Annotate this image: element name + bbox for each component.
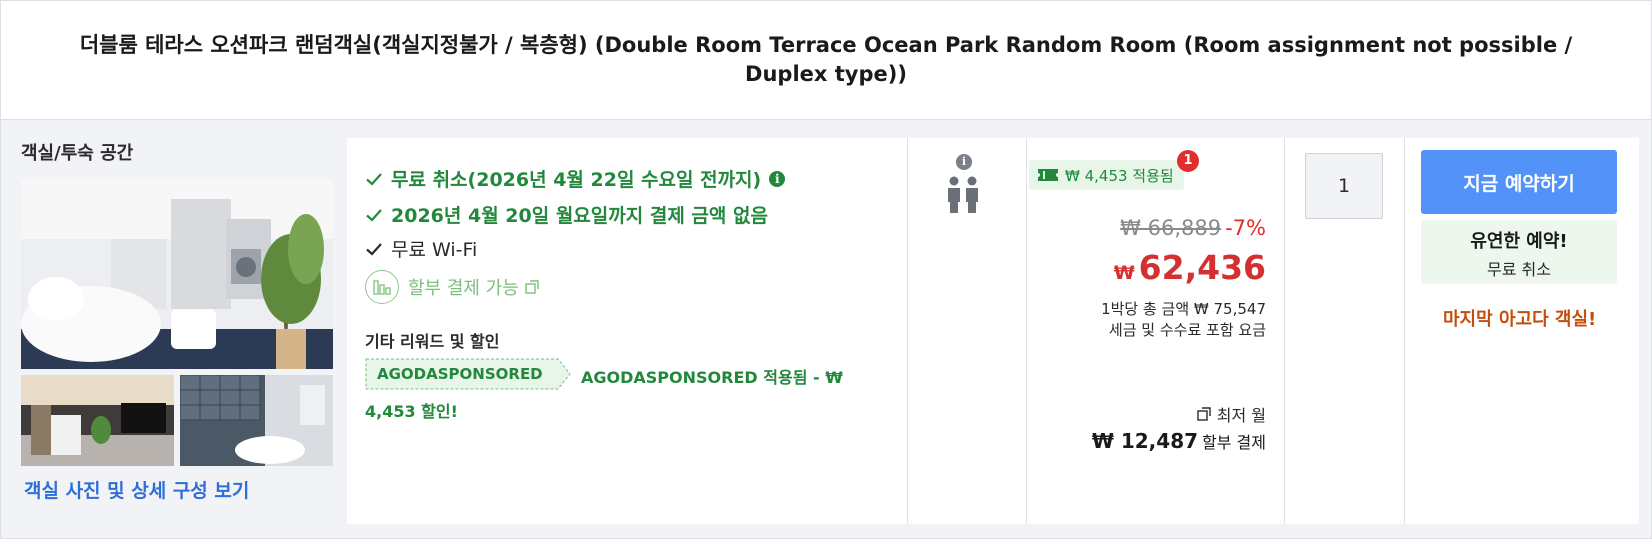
wifi-text: 무료 Wi-Fi bbox=[391, 239, 478, 261]
price-note: 1박당 총 금액 ₩ 75,547 세금 및 수수료 포함 요금 bbox=[1101, 299, 1266, 341]
discount-badge-text: ₩ 4,453 적용됨 bbox=[1065, 166, 1174, 185]
coupon-applied-amount: 4,453 할인! bbox=[365, 402, 458, 421]
check-icon bbox=[366, 208, 382, 222]
monthly-suffix: 할부 결제 bbox=[1202, 433, 1266, 452]
booking-column: 지금 예약하기 유연한 예약! 무료 취소 마지막 아고다 객실! bbox=[1405, 138, 1639, 524]
discount-badge: ₩ 4,453 적용됨 bbox=[1029, 160, 1184, 190]
check-icon bbox=[366, 172, 382, 186]
tax-note: 세금 및 수수료 포함 요금 bbox=[1108, 321, 1266, 339]
flexible-booking-title: 유연한 예약! bbox=[1470, 231, 1568, 252]
room-quantity-select[interactable]: 1 bbox=[1305, 153, 1383, 219]
room-type-label: 객실/투숙 공간 bbox=[21, 143, 134, 164]
room-header: 더블룸 테라스 오션파크 랜덤객실(객실지정불가 / 복층형) (Double … bbox=[1, 1, 1651, 120]
check-icon bbox=[366, 242, 382, 256]
installment-text: 할부 결제 가능 bbox=[408, 278, 519, 299]
discount-percent: -7% bbox=[1225, 216, 1266, 240]
coupon-tag: AGODASPONSORED bbox=[365, 358, 571, 390]
quantity-column: 1 bbox=[1285, 138, 1405, 524]
free-cancel-text: 무료 취소(2026년 4월 22일 수요일 전까지) bbox=[391, 169, 762, 191]
room-body: 객실/투숙 공간 객실 사진 및 상세 구성 보기 무료 취소(2026년 4월… bbox=[1, 121, 1651, 538]
discount-count-badge: 1 bbox=[1177, 150, 1199, 172]
occupancy-info-icon[interactable]: i bbox=[956, 154, 972, 170]
monthly-installment-value: ₩ 12,487 할부 결제 bbox=[1092, 429, 1266, 453]
external-link-icon bbox=[1197, 407, 1211, 421]
monthly-amount: ₩ 12,487 bbox=[1091, 429, 1199, 453]
monthly-installment-label[interactable]: 최저 월 bbox=[1197, 402, 1266, 426]
installment-benefit[interactable]: 할부 결제 가능 bbox=[365, 270, 539, 304]
original-price: ₩ 66,889 -7% bbox=[1120, 216, 1266, 240]
room-title: 더블룸 테라스 오션파크 랜덤객실(객실지정불가 / 복층형) (Double … bbox=[79, 33, 1573, 86]
info-icon[interactable]: i bbox=[769, 170, 786, 187]
room-photo-thumbnail[interactable] bbox=[21, 375, 174, 466]
original-price-value: ₩ 66,889 bbox=[1120, 216, 1222, 240]
last-room-urgency: 마지막 아고다 객실! bbox=[1443, 309, 1597, 330]
flexible-booking-box: 유연한 예약! 무료 취소 bbox=[1421, 220, 1617, 284]
flexible-booking-subtitle: 무료 취소 bbox=[1487, 260, 1551, 279]
ticket-icon bbox=[1038, 169, 1058, 181]
occupancy-column: i bbox=[908, 138, 1027, 524]
installment-icon bbox=[365, 270, 399, 304]
price-column: ₩ 4,453 적용됨 1 ₩ 66,889 -7% ₩62,436 1박당 총 … bbox=[1027, 138, 1285, 524]
currency-symbol: ₩ bbox=[1113, 262, 1135, 284]
current-price: ₩62,436 bbox=[1114, 248, 1266, 287]
pay-later-text: 2026년 4월 20일 월요일까지 결제 금액 없음 bbox=[391, 205, 768, 227]
coupon-code: AGODASPONSORED bbox=[377, 365, 543, 383]
per-night-total: 1박당 총 금액 ₩ 75,547 bbox=[1101, 300, 1266, 318]
pay-later-benefit: 2026년 4월 20일 월요일까지 결제 금액 없음 bbox=[365, 201, 768, 228]
room-photo-thumbnail[interactable] bbox=[180, 375, 333, 466]
external-link-icon bbox=[525, 280, 539, 294]
two-adults-icon bbox=[948, 176, 978, 213]
offer-panel: 무료 취소(2026년 4월 22일 수요일 전까지) i 2026년 4월 2… bbox=[347, 138, 1639, 524]
room-main-photo[interactable] bbox=[21, 179, 333, 369]
coupon-applied-text: AGODASPONSORED 적용됨 - ₩ bbox=[581, 368, 843, 387]
monthly-label-text: 최저 월 bbox=[1216, 406, 1266, 425]
room-photos-link[interactable]: 객실 사진 및 상세 구성 보기 bbox=[24, 476, 249, 503]
free-cancel-benefit: 무료 취소(2026년 4월 22일 수요일 전까지) i bbox=[365, 165, 786, 192]
book-now-button[interactable]: 지금 예약하기 bbox=[1421, 150, 1617, 214]
room-offer-card: 더블룸 테라스 오션파크 랜덤객실(객실지정불가 / 복층형) (Double … bbox=[0, 0, 1652, 539]
wifi-benefit: 무료 Wi-Fi bbox=[365, 235, 477, 262]
benefits-column: 무료 취소(2026년 4월 22일 수요일 전까지) i 2026년 4월 2… bbox=[347, 138, 908, 524]
rewards-title: 기타 리워드 및 할인 bbox=[365, 332, 500, 351]
current-price-value: 62,436 bbox=[1138, 248, 1266, 287]
